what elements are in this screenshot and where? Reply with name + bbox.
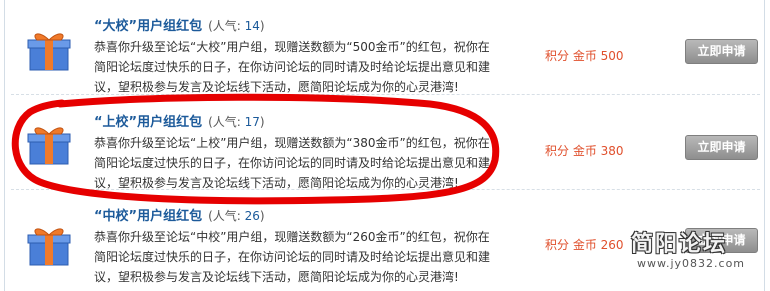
popularity-label: (人气: [208, 209, 245, 223]
package-price: 积分 金币 380 [545, 144, 624, 158]
package-price: 积分 金币 500 [545, 49, 624, 63]
apply-button[interactable]: 立即申请 [685, 39, 758, 64]
description-line: 恭喜你升级至论坛“中校”用户组，现赠送数额为“260金币”的红包，祝你在 [94, 230, 490, 244]
package-title[interactable]: “上校”用户组红包 [94, 115, 202, 130]
package-description: 恭喜你升级至论坛“大校”用户组，现赠送数额为“500金币”的红包，祝你在 简阳论… [94, 37, 514, 97]
popularity-value: 14 [244, 19, 260, 33]
popularity-close: ) [259, 209, 265, 223]
package-title-line: “中校”用户组红包 (人气: 26) [94, 207, 265, 225]
package-description: 恭喜你升级至论坛“上校”用户组，现赠送数额为“380金币”的红包，祝你在 简阳论… [94, 133, 514, 193]
description-line: 议，望积极参与发言及论坛线下活动，愿简阳论坛成为你的心灵港湾! [94, 270, 459, 284]
list-item: “大校”用户组红包 (人气: 14) 恭喜你升级至论坛“大校”用户组，现赠送数额为… [5, 0, 766, 95]
popularity-close: ) [259, 115, 265, 129]
description-line: 简阳论坛度过快乐的日子，在你访问论坛的同时请及时给论坛提出意见和建 [94, 250, 491, 264]
package-title-line: “大校”用户组红包 (人气: 14) [94, 17, 265, 35]
package-description: 恭喜你升级至论坛“中校”用户组，现赠送数额为“260金币”的红包，祝你在 简阳论… [94, 227, 514, 287]
popularity-value: 17 [244, 115, 260, 129]
popularity-label: (人气: [208, 115, 245, 129]
gift-box-icon [27, 33, 71, 71]
package-title-line: “上校”用户组红包 (人气: 17) [94, 113, 265, 131]
package-title[interactable]: “大校”用户组红包 [94, 19, 202, 34]
popularity-close: ) [259, 19, 265, 33]
description-line: 简阳论坛度过快乐的日子，在你访问论坛的同时请及时给论坛提出意见和建 [94, 60, 491, 74]
apply-button[interactable]: 立即申请 [685, 135, 758, 160]
watermark-url: www.jy0832.com [637, 257, 746, 270]
popularity-value: 26 [244, 209, 260, 223]
package-title[interactable]: “中校”用户组红包 [94, 209, 202, 224]
watermark-title: 简阳论坛 [631, 232, 728, 257]
description-line: 简阳论坛度过快乐的日子，在你访问论坛的同时请及时给论坛提出意见和建 [94, 156, 491, 170]
description-line: 恭喜你升级至论坛“上校”用户组，现赠送数额为“380金币”的红包，祝你在 [94, 136, 490, 150]
package-price: 积分 金币 260 [545, 238, 624, 252]
description-line: 恭喜你升级至论坛“大校”用户组，现赠送数额为“500金币”的红包，祝你在 [94, 40, 490, 54]
popularity-label: (人气: [208, 19, 245, 33]
list-item: “上校”用户组红包 (人气: 17) 恭喜你升级至论坛“上校”用户组，现赠送数额为… [5, 95, 766, 190]
gift-box-icon [27, 228, 71, 266]
gift-box-icon [27, 127, 71, 165]
forum-watermark: 简阳论坛 www.jy0832.com [631, 226, 766, 274]
